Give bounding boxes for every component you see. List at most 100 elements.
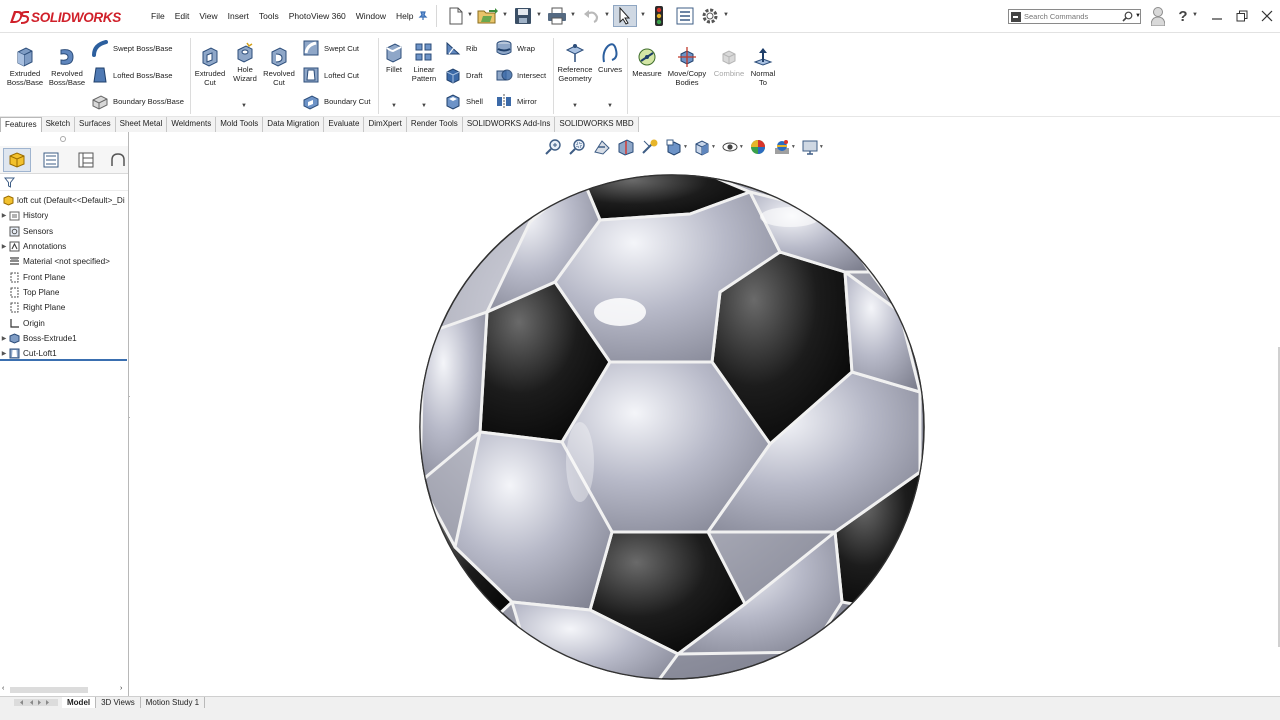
linear-pattern-button[interactable]: Linear Pattern [407, 40, 441, 83]
restore-icon[interactable] [1231, 6, 1253, 26]
scroll-right-icon[interactable]: › [120, 685, 122, 692]
feature-manager-tab-icon[interactable] [3, 148, 31, 172]
boundary-cut-button[interactable]: Boundary Cut [301, 92, 370, 110]
filter-funnel-icon[interactable] [4, 177, 15, 188]
print-icon[interactable] [546, 5, 568, 27]
dimxpert-manager-tab-icon[interactable] [104, 148, 128, 172]
tree-filter[interactable] [0, 175, 128, 191]
reference-geometry-button[interactable]: Reference Geometry [555, 40, 595, 83]
menu-view[interactable]: View [194, 11, 222, 21]
intersect-button[interactable]: Intersect [494, 66, 546, 84]
print-dropdown-icon[interactable]: ▼ [570, 12, 576, 18]
select-cursor-icon[interactable] [613, 5, 637, 27]
tab-weldments[interactable]: Weldments [167, 117, 217, 132]
fillet-button[interactable]: Fillet [381, 40, 407, 75]
new-dropdown-icon[interactable]: ▼ [467, 12, 473, 18]
lofted-cut-button[interactable]: Lofted Cut [301, 66, 359, 84]
swept-cut-button[interactable]: Swept Cut [301, 39, 359, 57]
measure-button[interactable]: Measure [628, 44, 666, 79]
file-properties-icon[interactable] [674, 5, 696, 27]
draft-button[interactable]: Draft [443, 66, 482, 84]
expand-arrow-icon[interactable]: ▶ [0, 335, 8, 342]
help-dropdown-icon[interactable]: ▼ [1192, 12, 1198, 18]
undo-icon[interactable] [580, 5, 602, 27]
tab-sketch[interactable]: Sketch [41, 117, 76, 132]
tab-render-tools[interactable]: Render Tools [406, 117, 463, 132]
property-manager-tab-icon[interactable] [37, 148, 65, 172]
tab-solidworks-add-ins[interactable]: SOLIDWORKS Add-Ins [462, 117, 556, 132]
save-dropdown-icon[interactable]: ▼ [536, 12, 542, 18]
tab-scroll-arrows[interactable] [0, 697, 62, 708]
tab-mold-tools[interactable]: Mold Tools [216, 117, 264, 132]
move-copy-bodies-button[interactable]: Move/Copy Bodies [666, 44, 708, 87]
shell-button[interactable]: Shell [443, 92, 483, 110]
curves-button[interactable]: Curves [596, 40, 624, 75]
boundary-boss-button[interactable]: Boundary Boss/Base [90, 92, 184, 110]
options-gear-icon[interactable] [699, 5, 721, 27]
help-question-icon[interactable]: ? [1172, 6, 1194, 26]
expand-arrow-icon[interactable]: ▶ [0, 212, 8, 219]
tree-item-annotations[interactable]: ▶ Annotations [0, 239, 128, 254]
rib-button[interactable]: Rib [443, 39, 477, 57]
minimize-icon[interactable] [1206, 6, 1228, 26]
tab-surfaces[interactable]: Surfaces [75, 117, 116, 132]
tab-model[interactable]: Model [62, 697, 97, 708]
select-dropdown-icon[interactable]: ▼ [640, 12, 646, 18]
tab-3d-views[interactable]: 3D Views [96, 697, 141, 708]
scroll-left-icon[interactable]: ‹ [2, 685, 4, 692]
search-input[interactable] [1024, 11, 1120, 22]
tree-item-sensors[interactable]: Sensors [0, 224, 128, 239]
menu-help[interactable]: Help [391, 11, 418, 21]
wrap-button[interactable]: Wrap [494, 39, 535, 57]
new-document-icon[interactable] [446, 5, 466, 27]
tab-navigation-arrows-icon[interactable] [0, 697, 60, 708]
extruded-cut-button[interactable]: Extruded Cut [191, 44, 229, 87]
open-dropdown-icon[interactable]: ▼ [502, 12, 508, 18]
reference-geometry-dropdown-icon[interactable]: ▼ [572, 103, 578, 109]
soccer-ball-model[interactable] [130, 132, 1280, 696]
revolved-boss-button[interactable]: Revolved Boss/Base [46, 44, 88, 87]
graphics-area[interactable]: ▼ ▼ ▼ ▼ ▼ [130, 132, 1280, 696]
tab-sheet-metal[interactable]: Sheet Metal [115, 117, 168, 132]
menu-tools[interactable]: Tools [254, 11, 284, 21]
tree-root-part[interactable]: loft cut (Default<<Default>_Di [0, 193, 128, 208]
pattern-dropdown-icon[interactable]: ▼ [421, 103, 427, 109]
tab-features[interactable]: Features [0, 117, 42, 132]
revolved-cut-button[interactable]: Revolved Cut [261, 44, 297, 87]
tree-item-front-plane[interactable]: Front Plane [0, 269, 128, 284]
menu-window[interactable]: Window [351, 11, 391, 21]
tree-item-top-plane[interactable]: Top Plane [0, 285, 128, 300]
configuration-manager-tab-icon[interactable] [72, 148, 100, 172]
search-commands-box[interactable]: ▼ [1008, 9, 1141, 24]
hole-wizard-dropdown-icon[interactable]: ▼ [241, 103, 247, 109]
menu-file[interactable]: File [146, 11, 170, 21]
menu-photoview[interactable]: PhotoView 360 [284, 11, 351, 21]
expand-arrow-icon[interactable]: ▶ [0, 350, 8, 357]
tab-motion-study-1[interactable]: Motion Study 1 [141, 697, 206, 708]
lofted-boss-button[interactable]: Lofted Boss/Base [90, 66, 173, 84]
hole-wizard-button[interactable]: Hole Wizard [228, 40, 262, 83]
extruded-boss-button[interactable]: Extruded Boss/Base [4, 44, 46, 87]
rebuild-traffic-light-icon[interactable] [650, 5, 668, 27]
tree-item-origin[interactable]: Origin [0, 315, 128, 330]
undo-dropdown-icon[interactable]: ▼ [604, 12, 610, 18]
mirror-button[interactable]: Mirror [494, 92, 537, 110]
expand-arrow-icon[interactable]: ▶ [0, 243, 8, 250]
rollback-bar[interactable] [0, 359, 127, 361]
scroll-thumb[interactable] [10, 687, 88, 693]
tab-solidworks-mbd[interactable]: SOLIDWORKS MBD [555, 117, 639, 132]
normal-to-button[interactable]: Normal To [746, 44, 780, 87]
close-icon[interactable] [1256, 6, 1278, 26]
search-mode-icon[interactable] [1011, 12, 1021, 22]
save-icon[interactable] [512, 5, 534, 27]
solidworks-logo[interactable]: SOLIDWORKS [8, 6, 121, 28]
panel-grip-icon[interactable] [60, 136, 66, 142]
tree-item-right-plane[interactable]: Right Plane [0, 300, 128, 315]
tree-item-boss-extrude1[interactable]: ▶ Boss-Extrude1 [0, 331, 128, 346]
tab-dimxpert[interactable]: DimXpert [364, 117, 407, 132]
combine-button[interactable]: Combine [710, 44, 748, 79]
curves-dropdown-icon[interactable]: ▼ [607, 103, 613, 109]
tab-evaluate[interactable]: Evaluate [324, 117, 365, 132]
pin-icon[interactable] [416, 5, 430, 27]
options-dropdown-icon[interactable]: ▼ [723, 12, 729, 18]
